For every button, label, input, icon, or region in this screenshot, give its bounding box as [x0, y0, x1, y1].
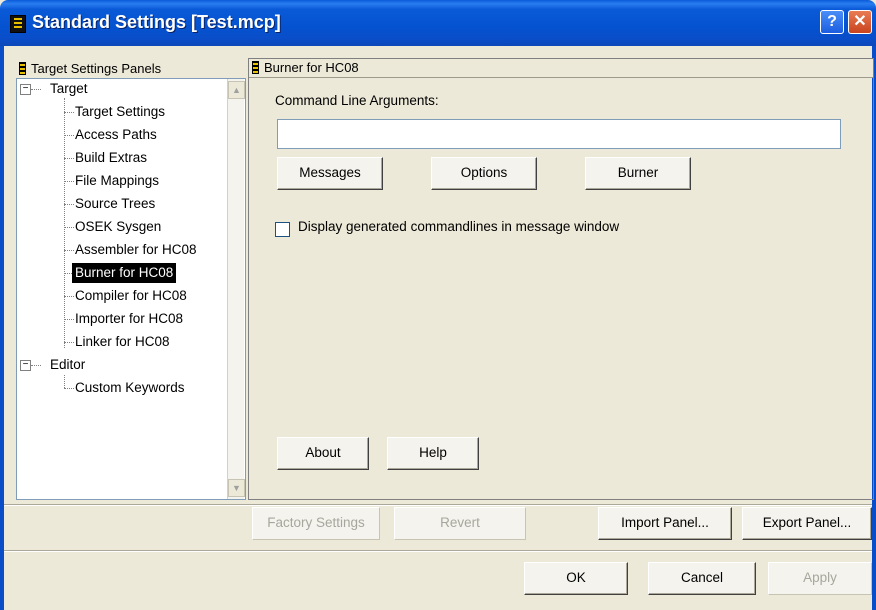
tree-item-target[interactable]: Target [47, 79, 91, 99]
about-button[interactable]: About [277, 437, 369, 470]
tree-item-osek-sysgen[interactable]: OSEK Sysgen [72, 217, 164, 237]
title-bar[interactable]: Standard Settings [Test.mcp] ? ✕ [0, 0, 876, 46]
tree-item-compiler[interactable]: Compiler for HC08 [72, 286, 190, 306]
tree-item-assembler[interactable]: Assembler for HC08 [72, 240, 200, 260]
cmd-args-label: Command Line Arguments: [275, 93, 439, 108]
import-panel-button[interactable]: Import Panel... [598, 507, 732, 540]
window-title: Standard Settings [Test.mcp] [32, 12, 281, 32]
revert-button[interactable]: Revert [394, 507, 526, 540]
separator [4, 550, 872, 552]
settings-tree[interactable]: − Target Target Settings Access Paths Bu… [16, 78, 246, 500]
display-commandlines-label[interactable]: Display generated commandlines in messag… [298, 219, 619, 234]
right-panel-title: Burner for HC08 [264, 60, 359, 75]
cancel-button[interactable]: Cancel [648, 562, 756, 595]
tree-line [64, 375, 65, 388]
burner-settings-panel: Burner for HC08 Command Line Arguments: … [248, 58, 874, 500]
tree-item-file-mappings[interactable]: File Mappings [72, 171, 162, 191]
help-button[interactable]: Help [387, 437, 479, 470]
tree-item-source-trees[interactable]: Source Trees [72, 194, 158, 214]
window-frame-left [0, 46, 4, 610]
display-commandlines-checkbox[interactable] [275, 222, 290, 237]
tree-item-importer[interactable]: Importer for HC08 [72, 309, 186, 329]
tree-item-linker[interactable]: Linker for HC08 [72, 332, 173, 352]
tree-item-editor[interactable]: Editor [47, 355, 88, 375]
right-panel-header: Burner for HC08 [249, 59, 873, 78]
expander-editor-icon[interactable]: − [20, 360, 31, 371]
tree-scrollbar[interactable]: ▲ ▼ [227, 79, 245, 499]
expander-target-icon[interactable]: − [20, 84, 31, 95]
tree-item-target-settings[interactable]: Target Settings [72, 102, 168, 122]
scroll-up-icon[interactable]: ▲ [228, 81, 245, 99]
burner-button[interactable]: Burner [585, 157, 691, 190]
panel-header-icon [19, 62, 26, 75]
left-panel-header: Target Settings Panels [16, 60, 246, 79]
help-title-button[interactable]: ? [820, 10, 844, 34]
options-button[interactable]: Options [431, 157, 537, 190]
panel-header-icon [252, 61, 259, 74]
separator [4, 504, 872, 506]
close-button[interactable]: ✕ [848, 10, 872, 34]
cmd-args-input[interactable] [277, 119, 841, 149]
app-icon [10, 15, 26, 33]
scroll-down-icon[interactable]: ▼ [228, 479, 245, 497]
apply-button[interactable]: Apply [768, 562, 872, 595]
tree-item-custom-keywords[interactable]: Custom Keywords [72, 378, 188, 398]
tree-item-burner[interactable]: Burner for HC08 [72, 263, 177, 283]
ok-button[interactable]: OK [524, 562, 628, 595]
tree-line [31, 89, 41, 90]
messages-button[interactable]: Messages [277, 157, 383, 190]
tree-item-access-paths[interactable]: Access Paths [72, 125, 160, 145]
export-panel-button[interactable]: Export Panel... [742, 507, 872, 540]
tree-item-build-extras[interactable]: Build Extras [72, 148, 150, 168]
tree-line [31, 365, 41, 366]
left-panel-title: Target Settings Panels [31, 61, 162, 76]
factory-settings-button[interactable]: Factory Settings [252, 507, 380, 540]
